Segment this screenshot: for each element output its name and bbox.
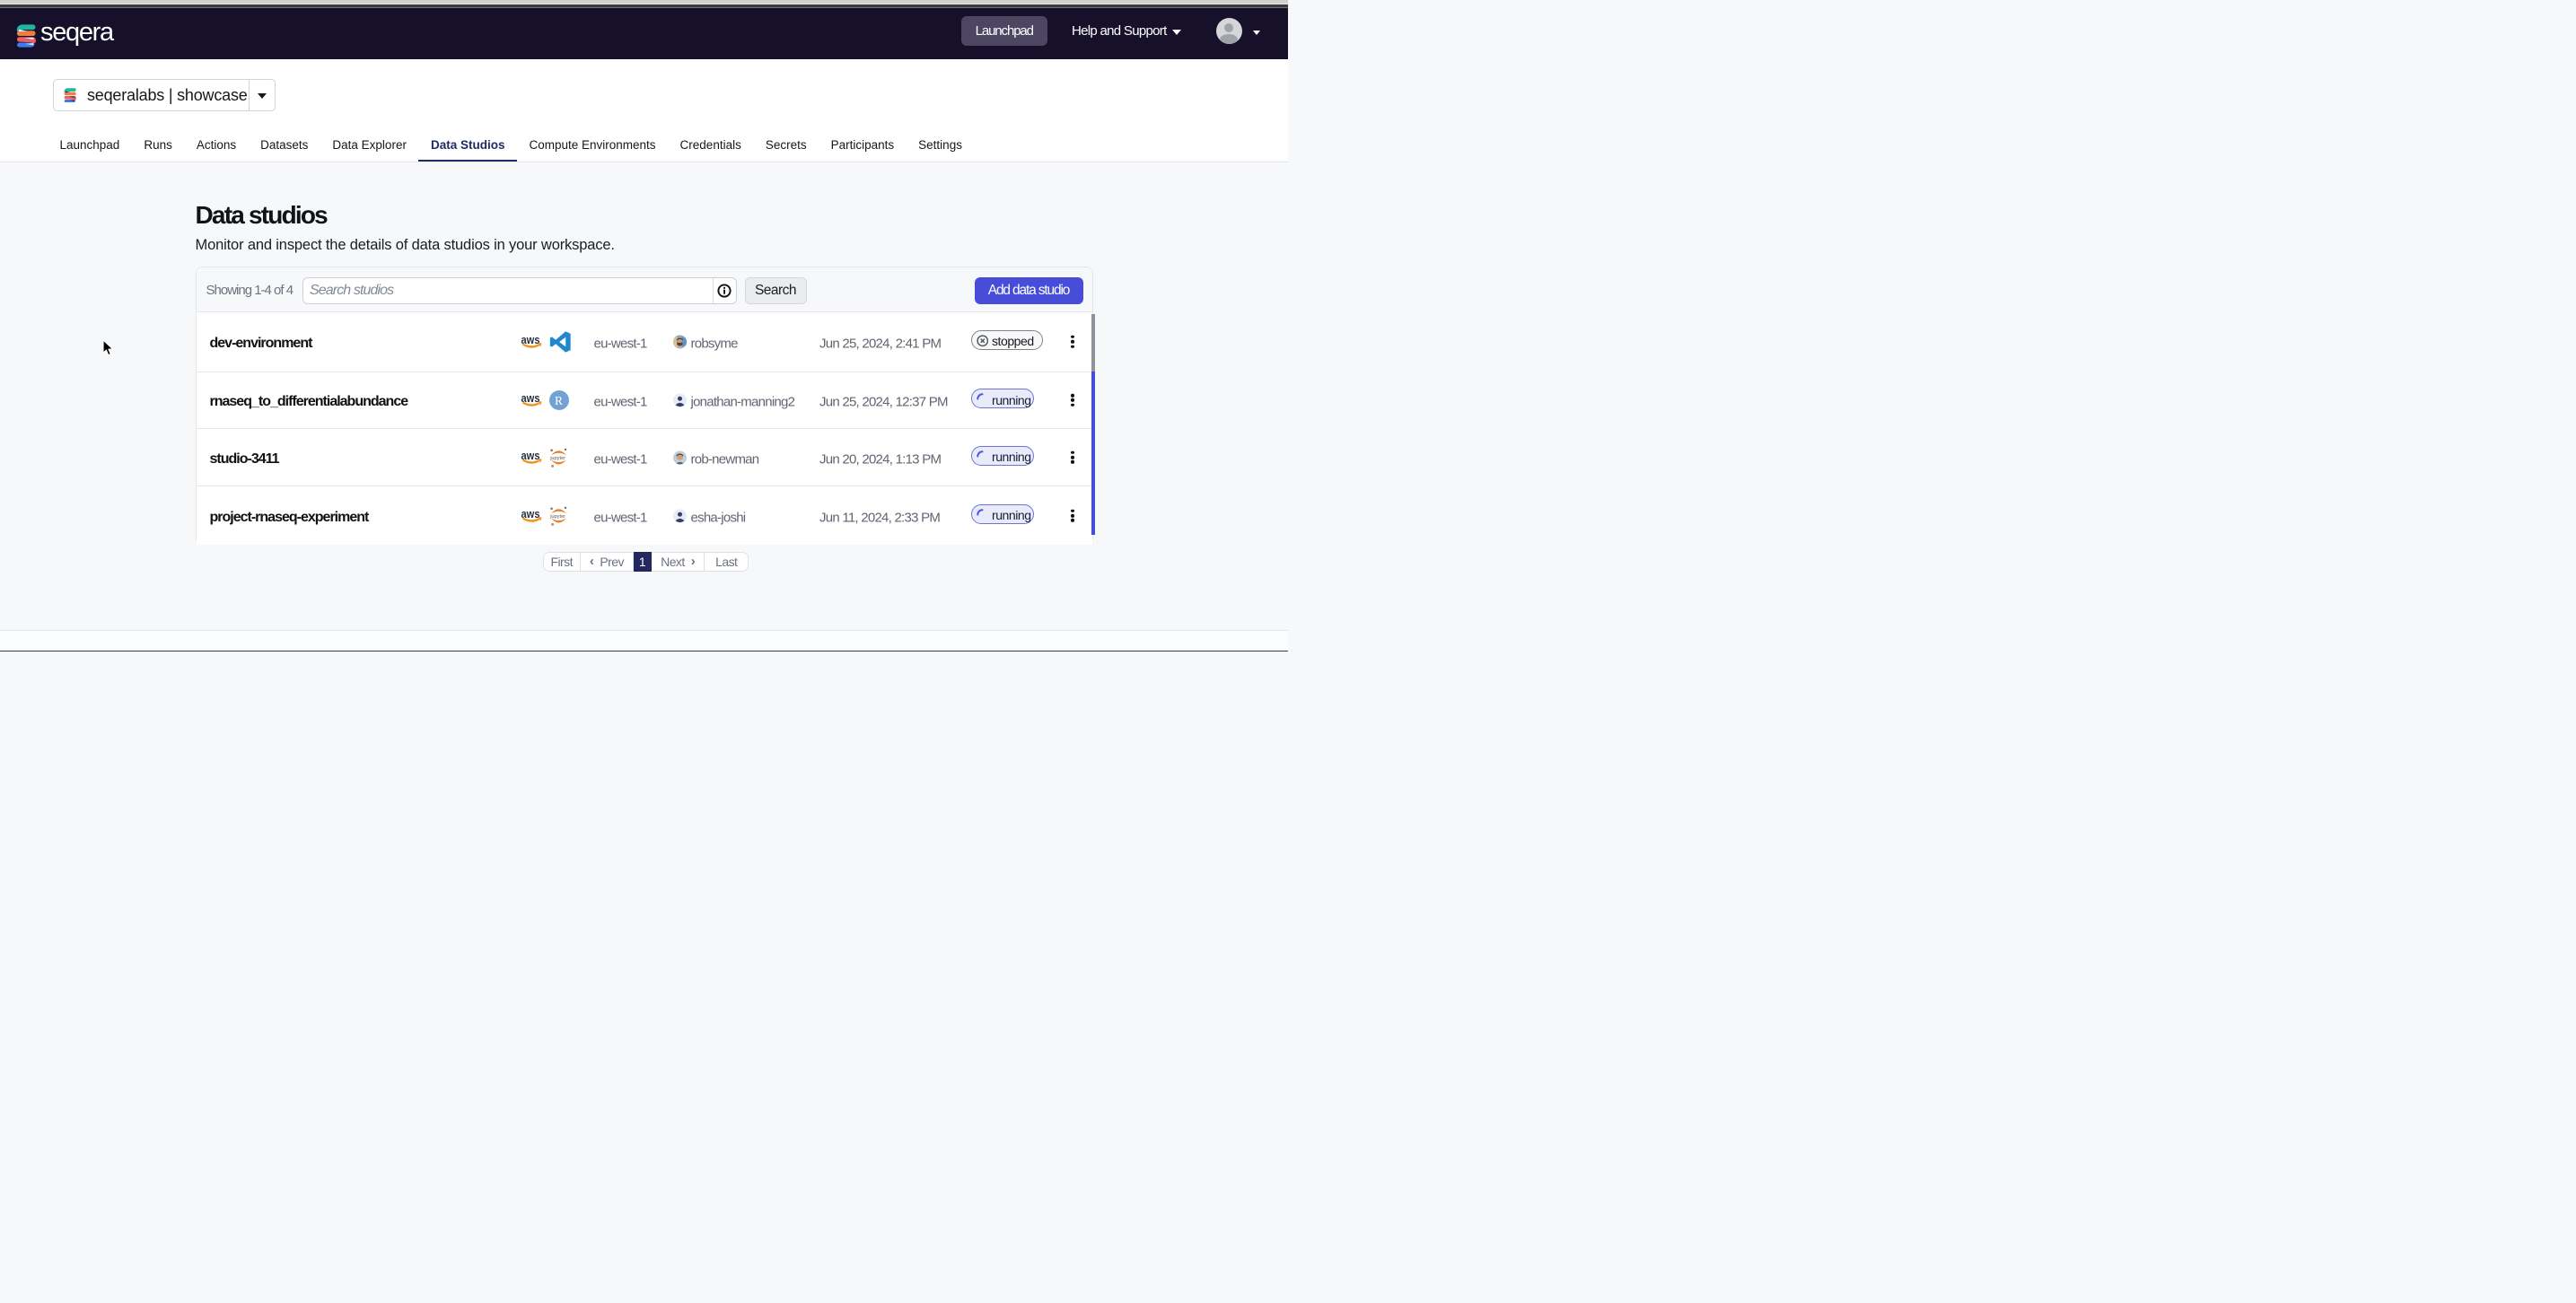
svg-text:jupyter: jupyter xyxy=(549,456,565,461)
svg-text:R: R xyxy=(555,394,563,407)
svg-text:jupyter: jupyter xyxy=(549,514,565,520)
